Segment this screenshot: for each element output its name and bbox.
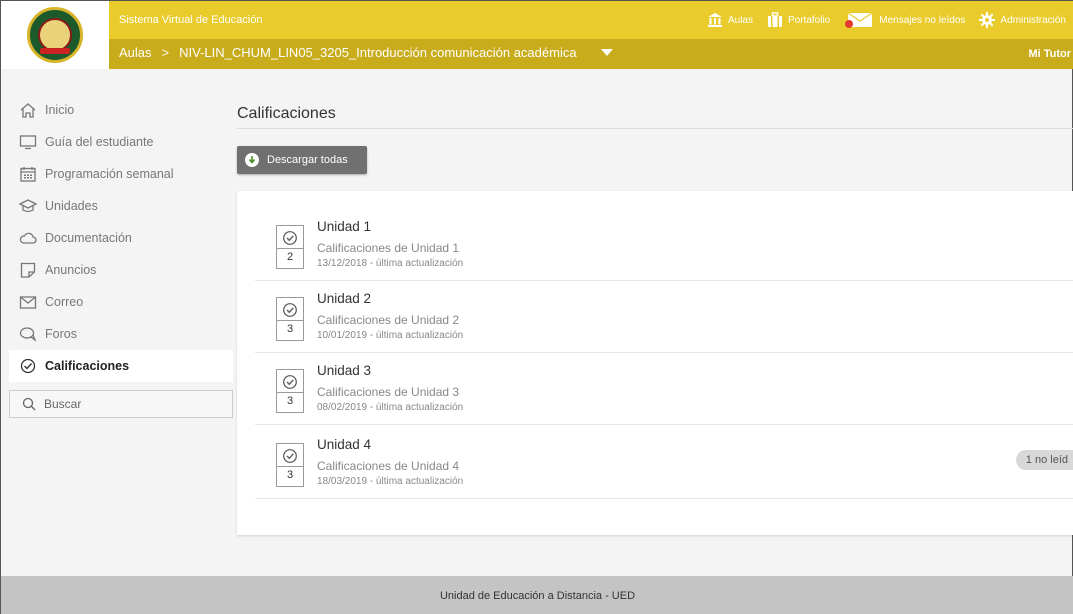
calendar-icon <box>20 167 36 182</box>
sidebar-item-label: Anuncios <box>45 263 97 277</box>
breadcrumb-separator: > <box>161 45 170 60</box>
unit-grade-badge: 3 <box>276 297 304 341</box>
building-icon <box>707 13 722 27</box>
top-bar: Sistema Virtual de Educación Aulas Porta… <box>1 1 1073 69</box>
logo-seal-icon <box>27 7 83 63</box>
nav-administracion[interactable]: Administración <box>979 12 1066 28</box>
sidebar-item-anuncios[interactable]: Anuncios <box>9 254 233 286</box>
sidebar-item-documentacion[interactable]: Documentación <box>9 222 233 254</box>
chevron-down-icon[interactable] <box>600 49 613 56</box>
download-all-button[interactable]: Descargar todas <box>237 146 367 174</box>
home-icon <box>20 103 36 118</box>
note-icon <box>20 262 36 278</box>
check-circle-icon <box>283 231 297 245</box>
unit-grade-badge: 2 <box>276 225 304 269</box>
footer: Unidad de Educación a Distancia - UED <box>1 576 1073 614</box>
unit-date: 08/02/2019 - última actualización <box>317 402 464 413</box>
grades-card: 2 Unidad 1 Calificaciones de Unidad 1 13… <box>237 191 1073 535</box>
sidebar-item-label: Correo <box>45 295 84 309</box>
monitor-icon <box>19 135 37 150</box>
unit-row[interactable]: 3 Unidad 4 Calificaciones de Unidad 4 18… <box>255 427 1073 499</box>
sidebar-item-inicio[interactable]: Inicio <box>9 94 233 126</box>
breadcrumb-course: NIV-LIN_CHUM_LIN05_3205_Introducción com… <box>179 45 577 60</box>
unit-subtitle: Calificaciones de Unidad 2 <box>317 313 460 327</box>
unit-subtitle: Calificaciones de Unidad 4 <box>317 459 460 473</box>
unit-row[interactable]: 3 Unidad 3 Calificaciones de Unidad 3 08… <box>255 353 1073 425</box>
breadcrumb-root[interactable]: Aulas <box>119 45 152 60</box>
search-input[interactable]: Buscar <box>9 390 233 418</box>
chat-icon <box>19 327 37 342</box>
unit-grade-badge: 3 <box>276 369 304 413</box>
sidebar-item-label: Inicio <box>45 103 75 117</box>
unit-title[interactable]: Unidad 3 <box>317 363 371 378</box>
unit-date: 18/03/2019 - última actualización <box>317 476 464 487</box>
sidebar-item-label: Guía del estudiante <box>45 135 154 149</box>
unit-grade-count: 3 <box>277 392 303 407</box>
title-divider <box>237 128 1073 129</box>
unit-subtitle: Calificaciones de Unidad 1 <box>317 241 460 255</box>
sidebar: Inicio Guía del estudiante Programación … <box>9 94 233 418</box>
mi-tutor-link[interactable]: Mi Tutor <box>1028 48 1071 60</box>
breadcrumb: Aulas > NIV-LIN_CHUM_LIN05_3205_Introduc… <box>119 45 613 60</box>
nav-mensajes[interactable]: Mensajes no leídos <box>844 11 965 29</box>
system-title: Sistema Virtual de Educación <box>119 14 263 26</box>
unit-grade-count: 2 <box>277 248 303 263</box>
unit-grade-count: 3 <box>277 466 303 481</box>
sidebar-item-guia[interactable]: Guía del estudiante <box>9 126 233 158</box>
unit-grade-count: 3 <box>277 320 303 335</box>
unit-subtitle: Calificaciones de Unidad 3 <box>317 385 460 399</box>
sidebar-item-calificaciones[interactable]: Calificaciones <box>9 350 233 382</box>
footer-text: Unidad de Educación a Distancia - UED <box>439 589 636 602</box>
search-label: Buscar <box>44 397 82 411</box>
mail-icon <box>845 12 873 28</box>
nav-aulas[interactable]: Aulas <box>707 13 753 27</box>
unit-title[interactable]: Unidad 2 <box>317 291 371 306</box>
unit-date: 10/01/2019 - última actualización <box>317 330 464 341</box>
unit-title[interactable]: Unidad 1 <box>317 219 371 234</box>
unit-date: 13/12/2018 - última actualización <box>317 258 464 269</box>
nav-administracion-label: Administración <box>1000 14 1066 26</box>
unit-title[interactable]: Unidad 4 <box>317 437 371 452</box>
check-circle-icon <box>283 449 297 463</box>
unread-badge: 1 no leíd <box>1015 450 1073 470</box>
gear-icon <box>979 12 996 28</box>
sidebar-item-label: Calificaciones <box>45 359 130 373</box>
download-all-label: Descargar todas <box>267 154 348 166</box>
sidebar-item-unidades[interactable]: Unidades <box>9 190 233 222</box>
cloud-icon <box>19 232 37 244</box>
sidebar-item-label: Foros <box>45 327 77 341</box>
check-circle-icon <box>20 358 36 374</box>
sidebar-item-foros[interactable]: Foros <box>9 318 233 350</box>
nav-portafolio[interactable]: Portafolio <box>767 12 830 28</box>
sidebar-item-label: Unidades <box>45 199 98 213</box>
sidebar-item-correo[interactable]: Correo <box>9 286 233 318</box>
graduation-cap-icon <box>19 199 37 213</box>
envelope-icon <box>19 296 37 309</box>
download-icon <box>245 153 259 167</box>
sidebar-item-programacion[interactable]: Programación semanal <box>9 158 233 190</box>
search-icon <box>22 397 36 411</box>
sidebar-item-label: Documentación <box>45 231 132 245</box>
page-title: Calificaciones <box>237 105 336 122</box>
check-circle-icon <box>283 375 297 389</box>
nav-aulas-label: Aulas <box>727 14 753 26</box>
top-nav: Aulas Portafolio Mensajes no leídos Admi… <box>707 11 1066 29</box>
unit-row[interactable]: 2 Unidad 1 Calificaciones de Unidad 1 13… <box>255 209 1073 281</box>
institution-logo[interactable] <box>1 1 109 69</box>
unit-grade-badge: 3 <box>276 443 304 487</box>
unit-row[interactable]: 3 Unidad 2 Calificaciones de Unidad 2 10… <box>255 281 1073 353</box>
nav-portafolio-label: Portafolio <box>787 14 831 26</box>
sidebar-item-label: Programación semanal <box>45 167 174 181</box>
check-circle-icon <box>283 303 297 317</box>
nav-mensajes-label: Mensajes no leídos <box>879 14 966 26</box>
briefcase-icon <box>767 12 782 27</box>
